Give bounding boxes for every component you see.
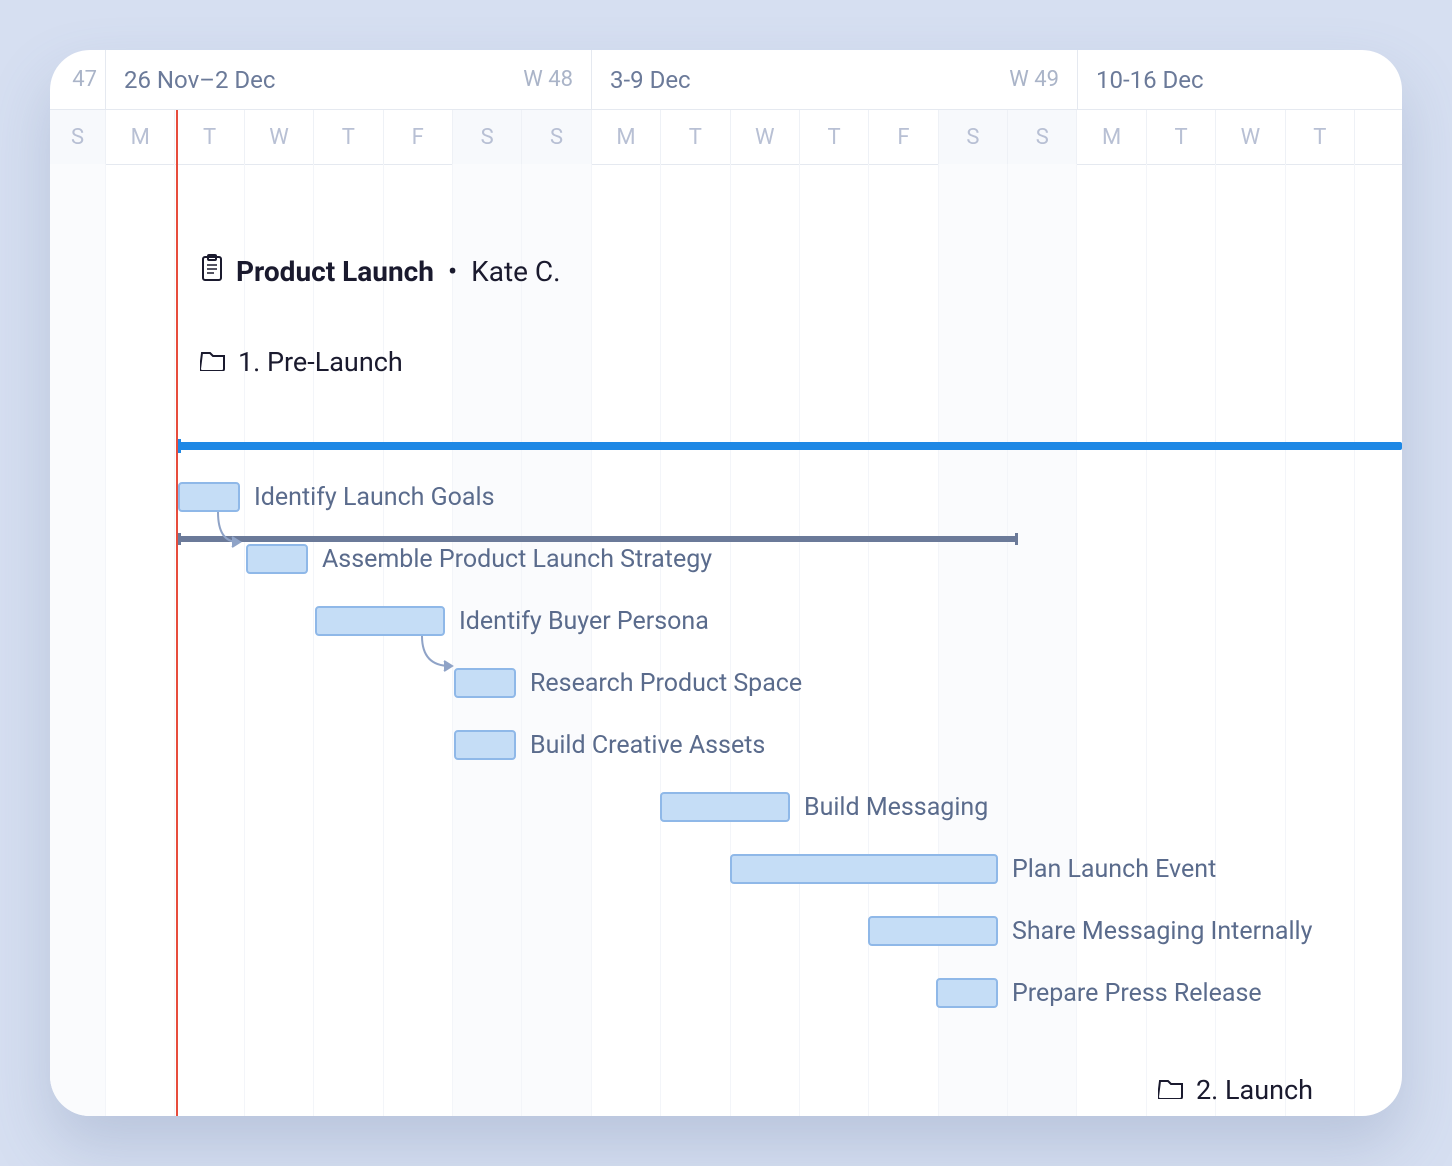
folder-title: 2. Launch <box>1196 1074 1313 1106</box>
day-cell: T <box>314 110 383 164</box>
day-cell: T <box>661 110 730 164</box>
folder-title: 1. Pre-Launch <box>238 346 403 378</box>
task-prepare-press-release[interactable]: Prepare Press Release <box>936 976 1262 1010</box>
day-cell: M <box>106 110 175 164</box>
week-label: 10-16 Dec <box>1096 66 1204 94</box>
day-cell: S <box>1008 110 1077 164</box>
task-build-creative-assets[interactable]: Build Creative Assets <box>454 728 765 762</box>
folder-icon <box>1158 1074 1184 1106</box>
today-marker <box>176 110 178 1116</box>
gantt-content[interactable]: Product Launch • Kate C. 1. Pre-Launch I… <box>50 164 1402 1116</box>
week-number: W 48 <box>523 67 573 92</box>
week-cell-48[interactable]: 26 Nov–2 Dec W 48 <box>106 50 592 109</box>
task-label: Plan Launch Event <box>1012 855 1216 884</box>
day-cell: F <box>384 110 453 164</box>
day-cell: T <box>175 110 244 164</box>
task-build-messaging[interactable]: Build Messaging <box>660 790 988 824</box>
task-share-messaging-internally[interactable]: Share Messaging Internally <box>868 914 1312 948</box>
day-cell: S <box>522 110 591 164</box>
task-assemble-strategy[interactable]: Assemble Product Launch Strategy <box>246 542 712 576</box>
task-label: Build Creative Assets <box>530 731 765 760</box>
task-label: Assemble Product Launch Strategy <box>322 545 712 574</box>
task-bar[interactable] <box>660 792 790 822</box>
day-cell: S <box>939 110 1008 164</box>
task-bar[interactable] <box>315 606 445 636</box>
day-cell: M <box>1077 110 1146 164</box>
week-cell-50[interactable]: 10-16 Dec <box>1078 50 1402 109</box>
dependency-arrow <box>412 636 460 684</box>
task-label: Build Messaging <box>804 793 988 822</box>
week-cell-49[interactable]: 3-9 Dec W 49 <box>592 50 1078 109</box>
day-cell: T <box>800 110 869 164</box>
task-identify-buyer-persona[interactable]: Identify Buyer Persona <box>315 604 709 638</box>
task-bar[interactable] <box>868 916 998 946</box>
week-label: 26 Nov–2 Dec <box>124 66 275 94</box>
task-bar[interactable] <box>936 978 998 1008</box>
day-cell: S <box>50 110 106 164</box>
timeline-header: 47 26 Nov–2 Dec W 48 3-9 Dec W 49 10-16 … <box>50 50 1402 165</box>
day-cell: W <box>1216 110 1285 164</box>
folder-pre-launch[interactable]: 1. Pre-Launch <box>200 346 1402 378</box>
project-title: Product Launch <box>236 255 434 288</box>
task-bar[interactable] <box>454 730 516 760</box>
task-research-product-space[interactable]: Research Product Space <box>454 666 802 700</box>
week-number: 47 <box>72 67 97 92</box>
dependency-arrow <box>208 512 248 560</box>
week-label: 3-9 Dec <box>610 66 691 94</box>
task-label: Research Product Space <box>530 669 802 698</box>
task-plan-launch-event[interactable]: Plan Launch Event <box>730 852 1216 886</box>
day-cell: W <box>731 110 800 164</box>
day-cell: S <box>453 110 522 164</box>
project-owner: Kate C. <box>471 255 560 288</box>
task-label: Share Messaging Internally <box>1012 917 1312 946</box>
day-cell: T <box>1286 110 1355 164</box>
day-cell: W <box>245 110 314 164</box>
task-bar[interactable] <box>454 668 516 698</box>
project-summary-bar[interactable] <box>178 442 1402 454</box>
day-cell: F <box>869 110 938 164</box>
week-number: W 49 <box>1009 67 1059 92</box>
task-label: Identify Launch Goals <box>254 483 495 512</box>
task-bar[interactable] <box>246 544 308 574</box>
day-cell: M <box>592 110 661 164</box>
task-bar[interactable] <box>178 482 240 512</box>
clipboard-icon <box>200 254 224 289</box>
gantt-view: 47 26 Nov–2 Dec W 48 3-9 Dec W 49 10-16 … <box>50 50 1402 1116</box>
task-label: Prepare Press Release <box>1012 979 1262 1008</box>
project-header[interactable]: Product Launch • Kate C. <box>200 254 1402 304</box>
task-label: Identify Buyer Persona <box>459 607 709 636</box>
folder-launch[interactable]: 2. Launch <box>1158 1074 1313 1106</box>
task-bar[interactable] <box>730 854 998 884</box>
day-cell: T <box>1147 110 1216 164</box>
week-cell-47[interactable]: 47 <box>50 50 106 109</box>
day-header-row: S M T W T F S S M T W T F S S M T W T <box>50 110 1402 164</box>
week-header-row: 47 26 Nov–2 Dec W 48 3-9 Dec W 49 10-16 … <box>50 50 1402 110</box>
task-identify-launch-goals[interactable]: Identify Launch Goals <box>178 480 495 514</box>
folder-icon <box>200 346 226 378</box>
